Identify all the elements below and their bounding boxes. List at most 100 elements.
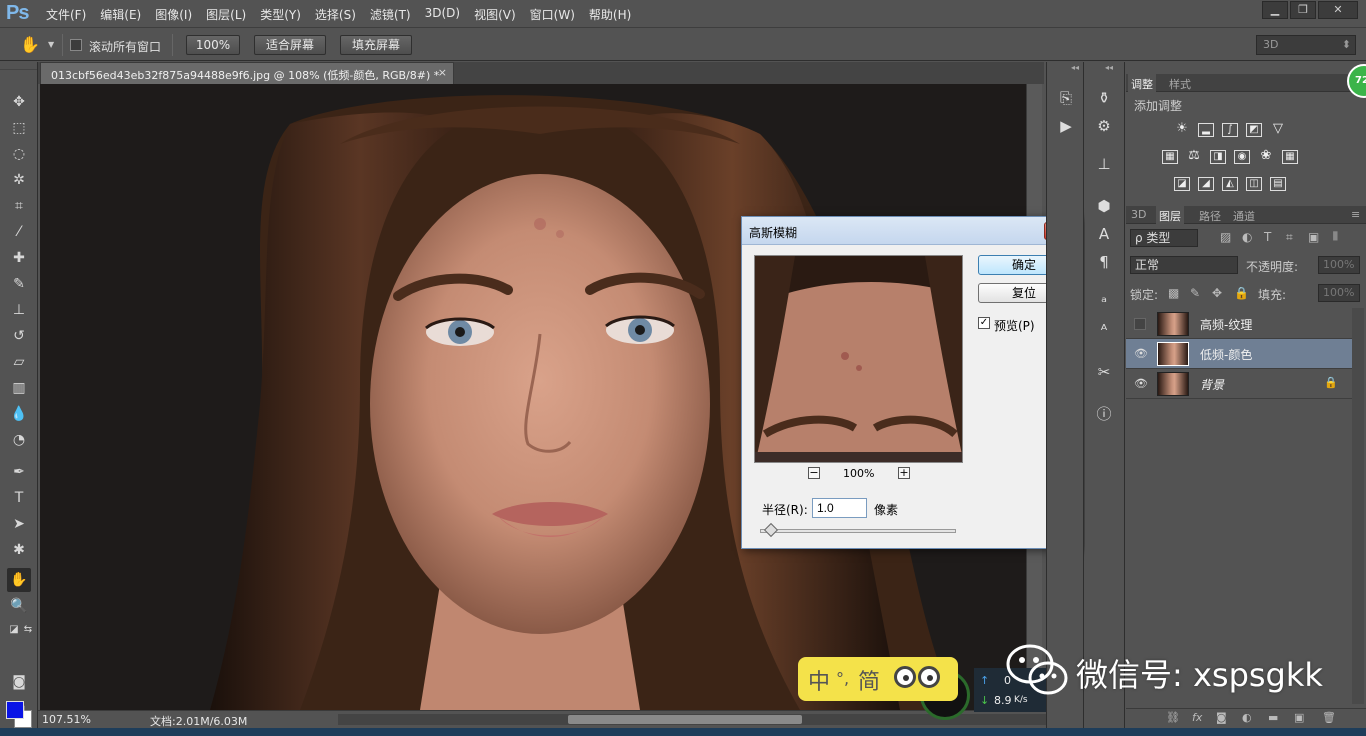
fit-screen-button[interactable]: 适合屏幕 — [254, 35, 326, 55]
visibility-toggle[interactable] — [1134, 318, 1146, 330]
vibrance-icon[interactable]: ▽ — [1270, 122, 1286, 137]
move-tool-icon[interactable]: ✥ — [7, 90, 31, 114]
lasso-tool-icon[interactable]: ◌ — [7, 142, 31, 166]
menu-help[interactable]: 帮助(H) — [589, 6, 631, 23]
character-styles-icon[interactable]: ᵃ — [1092, 290, 1116, 314]
color-balance-icon[interactable]: ⚖ — [1186, 149, 1202, 164]
zoom-in-button[interactable]: + — [898, 467, 910, 479]
tool-presets-icon[interactable]: ✂ — [1092, 360, 1116, 384]
curves-icon[interactable]: ∫ — [1222, 123, 1238, 137]
eye-icon[interactable]: 👁 — [1134, 377, 1148, 390]
new-layer-icon[interactable]: ▣ — [1294, 711, 1304, 724]
lock-transparency-icon[interactable]: ▩ — [1168, 286, 1179, 300]
lock-pixels-icon[interactable]: ✎ — [1190, 286, 1200, 300]
menu-3d[interactable]: 3D(D) — [425, 6, 460, 23]
close-window-button[interactable]: ✕ — [1318, 1, 1358, 19]
swap-colors-icon[interactable]: ⇆ — [16, 618, 40, 642]
filter-smart-object-icon[interactable]: ▣ — [1308, 230, 1319, 244]
crop-tool-icon[interactable]: ⌗ — [7, 194, 31, 218]
actions-panel-icon[interactable]: ▶ — [1054, 114, 1078, 138]
type-tool-icon[interactable]: T — [7, 486, 31, 510]
radius-slider-track[interactable] — [760, 529, 956, 533]
3d-panel-icon[interactable]: ⬢ — [1092, 194, 1116, 218]
paragraph-panel-icon[interactable]: ¶ — [1092, 250, 1116, 274]
scroll-all-windows-checkbox[interactable] — [70, 39, 82, 51]
magic-wand-tool-icon[interactable]: ✲ — [7, 168, 31, 192]
radius-input[interactable] — [812, 498, 867, 518]
blend-mode-select[interactable]: 正常 — [1130, 256, 1238, 274]
posterize-icon[interactable]: ◢ — [1198, 177, 1214, 191]
tab-styles[interactable]: 样式 — [1166, 76, 1194, 92]
eye-icon[interactable]: 👁 — [1134, 347, 1148, 360]
hue-saturation-icon[interactable]: ▦ — [1162, 150, 1178, 164]
zoom-out-button[interactable]: − — [808, 467, 820, 479]
fill-screen-button[interactable]: 填充屏幕 — [340, 35, 412, 55]
zoom-tool-icon[interactable]: 🔍 — [7, 594, 31, 618]
character-panel-icon[interactable]: A — [1092, 222, 1116, 246]
tab-3d[interactable]: 3D — [1128, 208, 1149, 221]
menu-layer[interactable]: 图层(L) — [206, 6, 246, 23]
workspace-select[interactable]: 3D ⬍ — [1256, 35, 1356, 55]
chevron-down-icon[interactable]: ▼ — [48, 40, 54, 49]
brush-presets-icon[interactable]: ⚙ — [1092, 114, 1116, 138]
exposure-icon[interactable]: ◩ — [1246, 123, 1262, 137]
photo-filter-icon[interactable]: ◉ — [1234, 150, 1250, 164]
radius-slider-handle[interactable] — [763, 522, 778, 538]
preview-checkbox[interactable]: ✓ — [978, 317, 990, 329]
menu-view[interactable]: 视图(V) — [474, 6, 516, 23]
brush-panel-icon[interactable]: ⚱ — [1092, 86, 1116, 110]
tab-paths[interactable]: 路径 — [1196, 208, 1224, 224]
fx-icon[interactable]: fx — [1192, 711, 1202, 724]
hand-tool-preset-icon[interactable]: ✋ — [20, 35, 40, 54]
marquee-tool-icon[interactable]: ⬚ — [7, 116, 31, 140]
dodge-tool-icon[interactable]: ◔ — [7, 428, 31, 452]
filter-type-icon[interactable]: T — [1264, 230, 1271, 244]
zoom-readout[interactable]: 107.51% — [42, 713, 91, 726]
mask-icon[interactable]: ◙ — [1216, 711, 1227, 724]
menu-type[interactable]: 类型(Y) — [260, 6, 301, 23]
ime-chinese-mode[interactable]: 中 — [808, 664, 830, 696]
gradient-map-icon[interactable]: ▤ — [1270, 177, 1286, 191]
black-white-icon[interactable]: ◨ — [1210, 150, 1226, 164]
selective-color-icon[interactable]: ◫ — [1246, 177, 1262, 191]
channel-mixer-icon[interactable]: ❀ — [1258, 149, 1274, 164]
ime-toolbar[interactable]: 中 °, 简 — [798, 657, 958, 701]
ime-punctuation[interactable]: °, — [836, 669, 849, 688]
filter-toggle-icon[interactable]: ▮ — [1332, 228, 1339, 242]
menu-edit[interactable]: 编辑(E) — [100, 6, 141, 23]
filter-pixel-icon[interactable]: ▨ — [1220, 230, 1231, 244]
menu-window[interactable]: 窗口(W) — [530, 6, 575, 23]
zoom-100-button[interactable]: 100% — [186, 35, 240, 55]
trash-icon[interactable]: 🗑 — [1322, 711, 1336, 724]
shape-tool-icon[interactable]: ✱ — [7, 538, 31, 562]
restore-button[interactable]: ❐ — [1290, 1, 1316, 19]
layer-row[interactable]: 👁 低频-颜色 — [1126, 339, 1352, 369]
document-tab[interactable]: 013cbf56ed43eb32f875a94488e9f6.jpg @ 108… — [40, 62, 454, 84]
eyedropper-tool-icon[interactable]: ⁄ — [7, 220, 31, 244]
scroll-thumb[interactable] — [568, 715, 802, 724]
filter-shape-icon[interactable]: ⌗ — [1286, 230, 1293, 245]
minimize-button[interactable]: ▁ — [1262, 1, 1288, 19]
eraser-tool-icon[interactable]: ▱ — [7, 350, 31, 374]
foreground-color-swatch[interactable] — [6, 701, 24, 719]
collapse-arrows-icon[interactable]: ◂◂ — [1105, 63, 1113, 72]
filter-preview[interactable] — [754, 255, 963, 463]
ime-simplified[interactable]: 简 — [858, 664, 880, 696]
quick-mask-icon[interactable]: ◙ — [7, 670, 31, 694]
lock-position-icon[interactable]: ✥ — [1212, 286, 1222, 300]
layer-row[interactable]: 高频-纹理 — [1126, 309, 1352, 339]
fill-field[interactable]: 100% — [1318, 284, 1360, 302]
blur-tool-icon[interactable]: 💧 — [7, 402, 31, 426]
history-panel-icon[interactable]: ⎘ — [1054, 86, 1078, 110]
tab-layers[interactable]: 图层 — [1156, 206, 1184, 224]
link-icon[interactable]: ⛓ — [1166, 711, 1180, 724]
panel-menu-icon[interactable]: ≡ — [1348, 208, 1363, 221]
brightness-icon[interactable]: ☀ — [1174, 122, 1190, 137]
paragraph-styles-icon[interactable]: ᴬ — [1092, 318, 1116, 342]
clone-stamp-tool-icon[interactable]: ⊥ — [7, 298, 31, 322]
gradient-tool-icon[interactable]: ▥ — [7, 376, 31, 400]
threshold-icon[interactable]: ◭ — [1222, 177, 1238, 191]
hand-tool-icon[interactable]: ✋ — [7, 568, 31, 592]
invert-icon[interactable]: ◪ — [1174, 177, 1190, 191]
tab-adjustments[interactable]: 调整 — [1128, 74, 1156, 92]
